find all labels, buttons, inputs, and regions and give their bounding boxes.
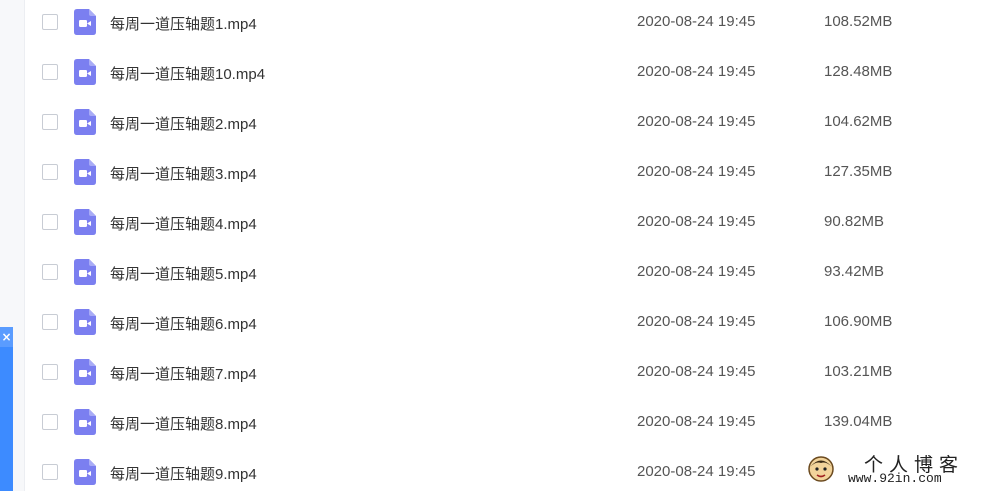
file-size: 90.82MB	[824, 213, 885, 230]
close-icon[interactable]: ×	[0, 327, 13, 347]
watermark-url: www.92in.com	[848, 471, 942, 486]
file-modified-date: 2020-08-24 19:45	[637, 313, 756, 330]
file-modified-date: 2020-08-24 19:45	[637, 263, 756, 280]
side-floating-panel[interactable]: ×	[0, 327, 13, 491]
video-file-icon	[74, 259, 96, 285]
video-file-icon	[74, 159, 96, 185]
file-modified-date: 2020-08-24 19:45	[637, 213, 756, 230]
file-row[interactable]: 每周一道压轴题7.mp4 2020-08-24 19:45 103.21MB	[25, 347, 1000, 397]
file-row[interactable]: 每周一道压轴题10.mp4 2020-08-24 19:45 128.48MB	[25, 47, 1000, 97]
file-name[interactable]: 每周一道压轴题8.mp4	[110, 413, 257, 434]
video-file-icon	[74, 209, 96, 235]
file-name[interactable]: 每周一道压轴题9.mp4	[110, 463, 257, 484]
file-row[interactable]: 每周一道压轴题8.mp4 2020-08-24 19:45 139.04MB	[25, 397, 1000, 447]
file-name[interactable]: 每周一道压轴题3.mp4	[110, 163, 257, 184]
file-checkbox[interactable]	[42, 264, 58, 280]
video-file-icon	[74, 9, 96, 35]
file-checkbox[interactable]	[42, 14, 58, 30]
video-file-icon	[74, 459, 96, 485]
file-name[interactable]: 每周一道压轴题7.mp4	[110, 363, 257, 384]
file-modified-date: 2020-08-24 19:45	[637, 13, 756, 30]
file-name[interactable]: 每周一道压轴题6.mp4	[110, 313, 257, 334]
file-size: 103.21MB	[824, 363, 893, 380]
file-size: 93.42MB	[824, 263, 885, 280]
file-checkbox[interactable]	[42, 64, 58, 80]
file-checkbox[interactable]	[42, 314, 58, 330]
file-row[interactable]: 每周一道压轴题4.mp4 2020-08-24 19:45 90.82MB	[25, 197, 1000, 247]
file-name[interactable]: 每周一道压轴题2.mp4	[110, 113, 257, 134]
file-checkbox[interactable]	[42, 114, 58, 130]
file-size: 108.52MB	[824, 13, 893, 30]
file-modified-date: 2020-08-24 19:45	[637, 113, 756, 130]
file-checkbox[interactable]	[42, 364, 58, 380]
file-name[interactable]: 每周一道压轴题4.mp4	[110, 213, 257, 234]
file-row[interactable]: 每周一道压轴题2.mp4 2020-08-24 19:45 104.62MB	[25, 97, 1000, 147]
avatar-icon	[808, 456, 834, 482]
file-checkbox[interactable]	[42, 464, 58, 480]
video-file-icon	[74, 109, 96, 135]
file-name[interactable]: 每周一道压轴题10.mp4	[110, 63, 265, 84]
video-file-icon	[74, 309, 96, 335]
file-size: 128.48MB	[824, 63, 893, 80]
video-file-icon	[74, 359, 96, 385]
file-row[interactable]: 每周一道压轴题3.mp4 2020-08-24 19:45 127.35MB	[25, 147, 1000, 197]
file-modified-date: 2020-08-24 19:45	[637, 463, 756, 480]
video-file-icon	[74, 59, 96, 85]
file-row[interactable]: 每周一道压轴题1.mp4 2020-08-24 19:45 108.52MB	[25, 0, 1000, 47]
file-modified-date: 2020-08-24 19:45	[637, 413, 756, 430]
file-size: 106.90MB	[824, 313, 893, 330]
file-modified-date: 2020-08-24 19:45	[637, 63, 756, 80]
file-list: 每周一道压轴题1.mp4 2020-08-24 19:45 108.52MB 每周一道…	[25, 0, 1000, 491]
file-row[interactable]: 每周一道压轴题5.mp4 2020-08-24 19:45 93.42MB	[25, 247, 1000, 297]
file-manager: 每周一道压轴题1.mp4 2020-08-24 19:45 108.52MB 每周一道…	[0, 0, 1000, 491]
file-size: 127.35MB	[824, 163, 893, 180]
blog-watermark: 个人博客 www.92in.com	[806, 450, 996, 488]
file-name[interactable]: 每周一道压轴题5.mp4	[110, 263, 257, 284]
file-size: 139.04MB	[824, 413, 893, 430]
file-checkbox[interactable]	[42, 414, 58, 430]
file-checkbox[interactable]	[42, 164, 58, 180]
file-size: 104.62MB	[824, 113, 893, 130]
file-modified-date: 2020-08-24 19:45	[637, 163, 756, 180]
file-row[interactable]: 每周一道压轴题6.mp4 2020-08-24 19:45 106.90MB	[25, 297, 1000, 347]
video-file-icon	[74, 409, 96, 435]
file-name[interactable]: 每周一道压轴题1.mp4	[110, 13, 257, 34]
file-modified-date: 2020-08-24 19:45	[637, 363, 756, 380]
file-checkbox[interactable]	[42, 214, 58, 230]
